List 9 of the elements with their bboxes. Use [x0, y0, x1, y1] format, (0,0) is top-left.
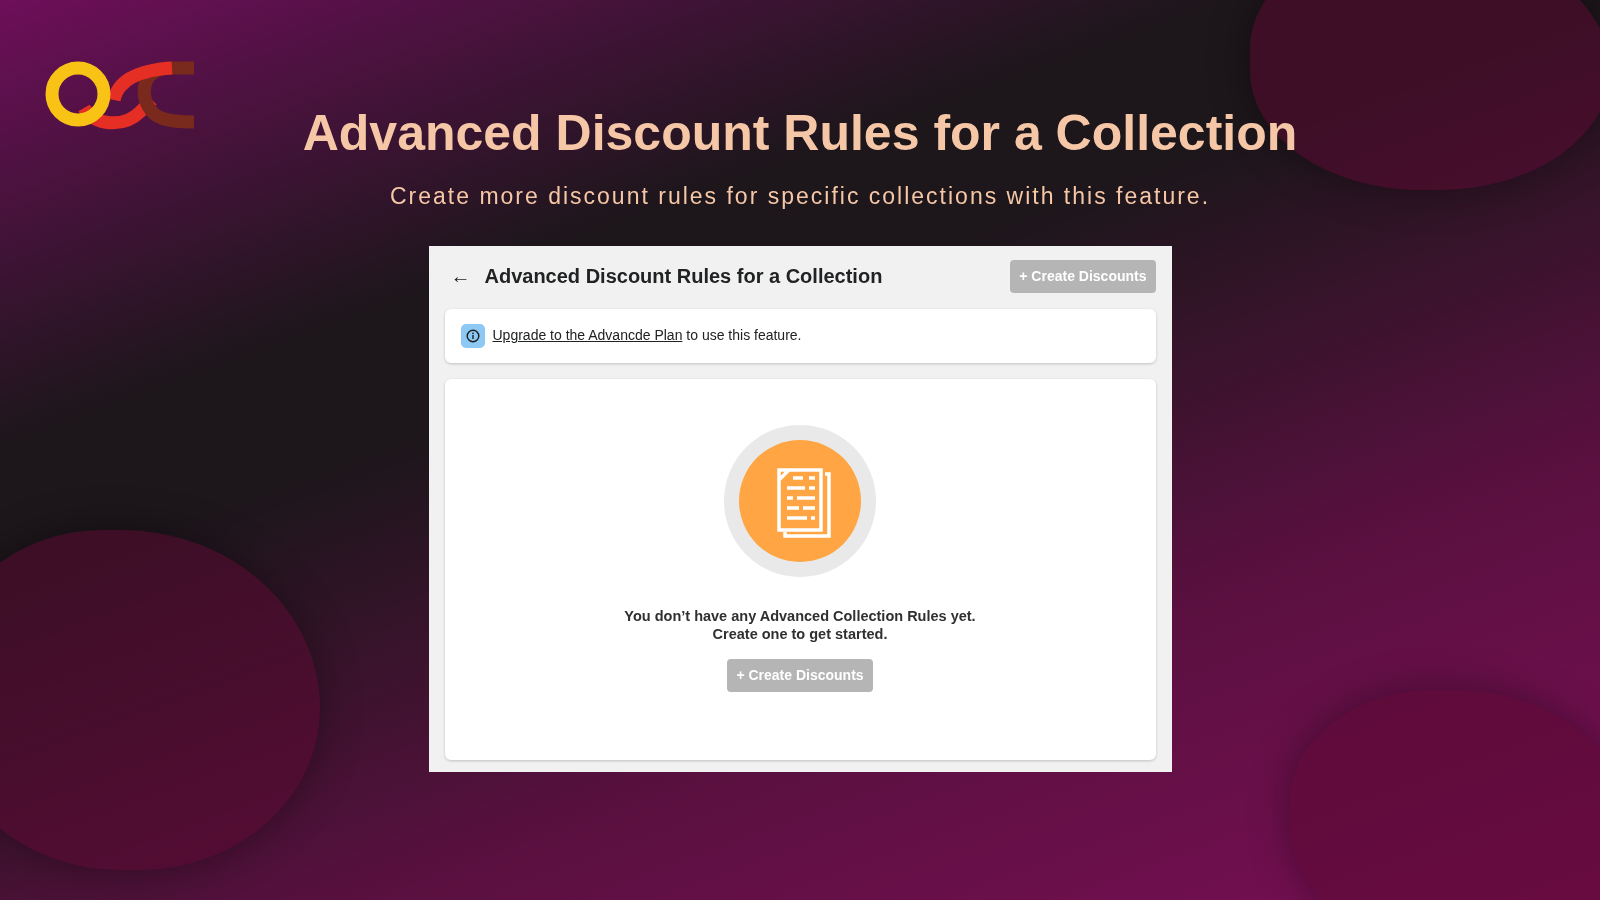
back-button[interactable]: ← [444, 261, 477, 291]
info-icon [460, 323, 485, 348]
document-icon [739, 439, 861, 562]
upgrade-link[interactable]: Upgrade to the Advancde Plan [492, 327, 683, 343]
page-title: Advanced Discount Rules for a Collection [484, 264, 883, 289]
empty-state-message: You don’t have any Advanced Collection Rules yet. Create one to get started. [624, 606, 976, 643]
banner-title: Advanced Discount Rules for a Collection [302, 104, 1298, 163]
banner-subtitle: Create more discount rules for specific collections with this feature. [389, 182, 1211, 211]
notice-text: Upgrade to the Advancde Plan to use this feature. [492, 326, 802, 345]
